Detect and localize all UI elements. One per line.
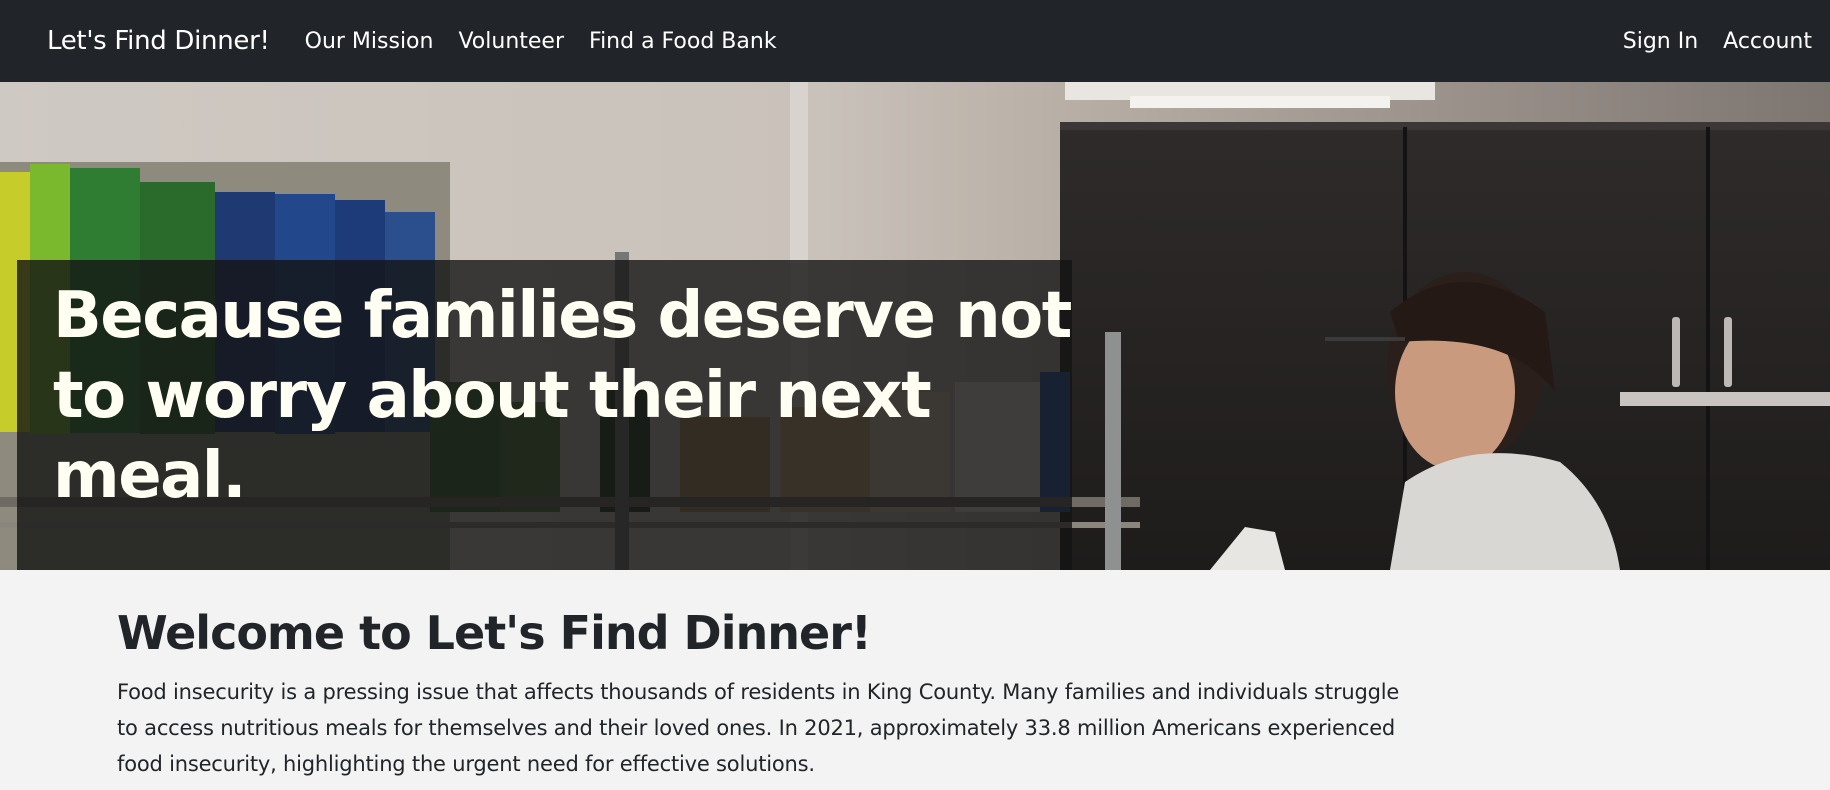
welcome-title: Welcome to Let's Find Dinner!: [117, 606, 872, 660]
welcome-section: Welcome to Let's Find Dinner! Food insec…: [117, 600, 1417, 782]
nav-link-account[interactable]: Account: [1723, 29, 1812, 54]
nav-link-volunteer[interactable]: Volunteer: [458, 29, 564, 54]
account-nav: Sign In Account: [1623, 0, 1812, 82]
hero-title: Because families deserve not to worry ab…: [53, 279, 1072, 513]
nav-link-our-mission[interactable]: Our Mission: [305, 29, 434, 54]
hero-caption-box: Because families deserve not to worry ab…: [17, 260, 1072, 570]
brand-logo-link[interactable]: Let's Find Dinner!: [47, 26, 270, 56]
nav-link-sign-in[interactable]: Sign In: [1623, 29, 1698, 54]
main-nav: Our Mission Volunteer Find a Food Bank: [305, 29, 777, 54]
nav-link-find-food-bank[interactable]: Find a Food Bank: [589, 29, 777, 54]
hero-banner: Because families deserve not to worry ab…: [0, 82, 1830, 570]
welcome-paragraph: Food insecurity is a pressing issue that…: [117, 680, 1400, 776]
top-navbar: Let's Find Dinner! Our Mission Volunteer…: [0, 0, 1830, 82]
